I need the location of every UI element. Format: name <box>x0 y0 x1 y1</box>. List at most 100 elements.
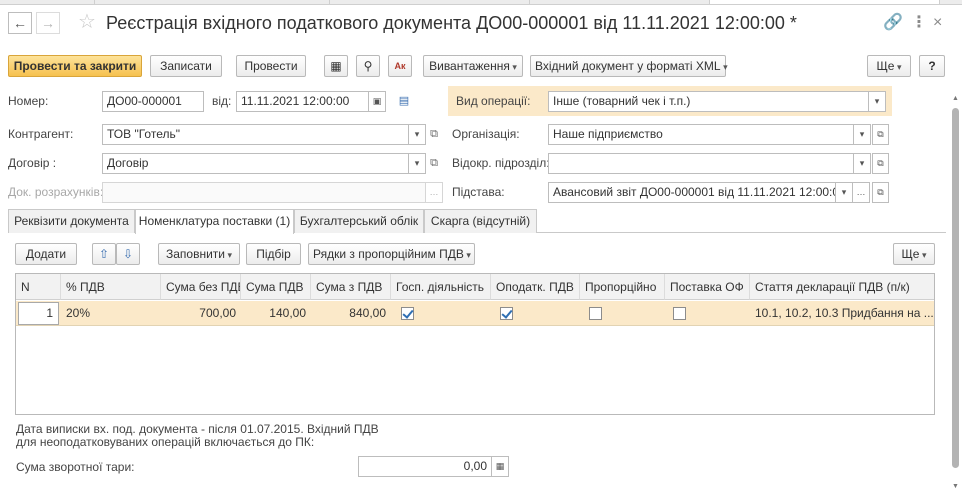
window-title: Реєстрація вхідного податкового документ… <box>106 13 797 33</box>
basis-select-button[interactable]: … <box>853 182 870 203</box>
organization-label: Організація: <box>452 127 520 141</box>
document-card-icon[interactable]: ▤ <box>396 91 412 112</box>
more-vertical-icon[interactable]: ⋮ <box>911 14 927 32</box>
column-header-vat-taxed[interactable]: Оподатк. ПДВ <box>491 274 580 300</box>
font-case-icon: Ак <box>394 61 406 71</box>
vat-taxed-checkbox[interactable] <box>500 307 513 320</box>
basis-dropdown-button[interactable]: ▾ <box>836 182 853 203</box>
xml-dropdown[interactable]: Вхідний документ у форматі XML <box>530 55 726 77</box>
post-button[interactable]: Провести <box>236 55 306 77</box>
table-more-dropdown[interactable]: Ще <box>893 243 935 265</box>
proportional-checkbox[interactable] <box>589 307 602 320</box>
division-dropdown-button[interactable]: ▾ <box>854 153 871 174</box>
operation-dropdown-button[interactable]: ▾ <box>869 91 886 112</box>
column-header-business-activity[interactable]: Госп. діяльність <box>391 274 491 300</box>
window-tab[interactable] <box>530 0 710 4</box>
proportional-rows-dropdown[interactable]: Рядки з пропорційним ПДВ <box>308 243 475 265</box>
column-header-vat-rate[interactable]: % ПДВ <box>61 274 161 300</box>
counterparty-open-icon[interactable]: ⧉ <box>426 124 442 145</box>
fill-dropdown[interactable]: Заповнити <box>158 243 240 265</box>
calculator-icon: ▦ <box>495 461 505 471</box>
arrow-right-icon: → <box>41 15 55 31</box>
post-and-close-button[interactable]: Провести та закрити <box>8 55 142 77</box>
forward-button[interactable]: → <box>36 12 60 34</box>
settlement-doc-label: Док. розрахунків: <box>8 185 104 199</box>
font-button[interactable]: Ак <box>388 55 412 77</box>
paperclip-icon: ⚲ <box>363 59 373 73</box>
cell-n[interactable]: 1 <box>18 302 59 325</box>
operation-field[interactable]: Інше (товарний чек і т.п.) <box>548 91 869 112</box>
cell-vat-sum[interactable]: 140,00 <box>241 301 311 326</box>
counterparty-dropdown-button[interactable]: ▾ <box>409 124 426 145</box>
number-field[interactable]: ДО00-000001 <box>102 91 204 112</box>
organization-dropdown-button[interactable]: ▾ <box>854 124 871 145</box>
scrollbar-thumb[interactable] <box>952 108 959 468</box>
cell-sum-no-vat[interactable]: 700,00 <box>161 301 241 326</box>
cell-vat-rate[interactable]: 20% <box>61 301 161 326</box>
business-activity-checkbox[interactable] <box>401 307 414 320</box>
cell-sum-with-vat[interactable]: 840,00 <box>311 301 391 326</box>
report-button[interactable]: ▦ <box>324 55 348 77</box>
settlement-select-button[interactable]: … <box>426 182 443 203</box>
chevron-down-icon: ▾ <box>874 96 880 106</box>
back-button[interactable]: ← <box>8 12 32 34</box>
window-tab-active[interactable] <box>710 0 940 4</box>
contract-field[interactable]: Договір <box>102 153 409 174</box>
table-row[interactable]: 1 20% 700,00 140,00 840,00 10.1, 10.2, 1… <box>16 301 934 326</box>
contract-dropdown-button[interactable]: ▾ <box>409 153 426 174</box>
move-up-button[interactable]: ⇧ <box>92 243 116 265</box>
column-header-proportional[interactable]: Пропорційно <box>580 274 665 300</box>
favorite-star-icon[interactable]: ☆ <box>78 11 96 33</box>
column-header-fixed-asset[interactable]: Поставка ОФ <box>665 274 750 300</box>
column-header-sum-with-vat[interactable]: Сума з ПДВ <box>311 274 391 300</box>
fixed-asset-checkbox[interactable] <box>673 307 686 320</box>
tab-complaint[interactable]: Скарга (відсутній) <box>424 209 537 233</box>
basis-field[interactable]: Авансовий звіт ДО00-000001 від 11.11.202… <box>548 182 836 203</box>
select-button[interactable]: Підбір <box>246 243 301 265</box>
counterparty-label: Контрагент: <box>8 127 74 141</box>
add-row-button[interactable]: Додати <box>15 243 77 265</box>
vat-note: Дата виписки вх. под. документа - після … <box>16 423 379 449</box>
write-button[interactable]: Записати <box>150 55 222 77</box>
close-icon[interactable]: × <box>933 14 942 32</box>
window-tab[interactable] <box>0 0 95 4</box>
date-label: від: <box>212 94 232 108</box>
counterparty-field[interactable]: ТОВ "Готель" <box>102 124 409 145</box>
column-header-n[interactable]: N <box>16 274 61 300</box>
scroll-up-icon[interactable]: ▲ <box>952 95 959 102</box>
column-header-declaration-item[interactable]: Стаття декларації ПДВ (п/к) <box>750 274 934 300</box>
export-dropdown[interactable]: Вивантаження <box>423 55 523 77</box>
arrow-left-icon: ← <box>13 15 27 31</box>
cell-declaration-item[interactable]: 10.1, 10.2, 10.3 Придбання на ... <box>750 301 934 326</box>
move-down-button[interactable]: ⇩ <box>116 243 140 265</box>
date-field[interactable]: 11.11.2021 12:00:00 <box>236 91 369 112</box>
tab-document-details[interactable]: Реквізити документа <box>8 209 135 233</box>
window-tab[interactable] <box>95 0 330 4</box>
link-icon[interactable]: 🔗 <box>883 14 903 32</box>
chevron-down-icon: ▾ <box>841 187 847 197</box>
attach-button[interactable]: ⚲ <box>356 55 380 77</box>
form-scrollbar[interactable] <box>951 100 960 493</box>
ellipsis-icon: … <box>856 187 866 197</box>
more-dropdown[interactable]: Ще <box>867 55 911 77</box>
arrow-down-icon: ⇩ <box>122 247 134 261</box>
supply-items-table[interactable]: N % ПДВ Сума без ПДВ Сума ПДВ Сума з ПДВ… <box>15 273 935 415</box>
calculator-button[interactable]: ▦ <box>492 456 509 477</box>
basis-open-icon[interactable]: ⧉ <box>872 182 889 203</box>
tab-supply-items[interactable]: Номенклатура поставки (1) <box>135 209 294 234</box>
calendar-button[interactable]: ▣ <box>369 91 386 112</box>
window-tab[interactable] <box>330 0 530 4</box>
column-header-sum-no-vat[interactable]: Сума без ПДВ <box>161 274 241 300</box>
contract-open-icon[interactable]: ⧉ <box>426 153 442 174</box>
organization-open-icon[interactable]: ⧉ <box>872 124 889 145</box>
division-open-icon[interactable]: ⧉ <box>872 153 889 174</box>
settlement-doc-field[interactable] <box>102 182 426 203</box>
scroll-down-icon[interactable]: ▼ <box>952 483 959 490</box>
tab-accounting[interactable]: Бухгалтерський облік <box>294 209 424 233</box>
column-header-vat-sum[interactable]: Сума ПДВ <box>241 274 311 300</box>
division-field[interactable] <box>548 153 854 174</box>
organization-field[interactable]: Наше підприємство <box>548 124 854 145</box>
help-button[interactable]: ? <box>919 55 945 77</box>
report-icon: ▦ <box>330 59 342 73</box>
return-packaging-field[interactable]: 0,00 <box>358 456 492 477</box>
